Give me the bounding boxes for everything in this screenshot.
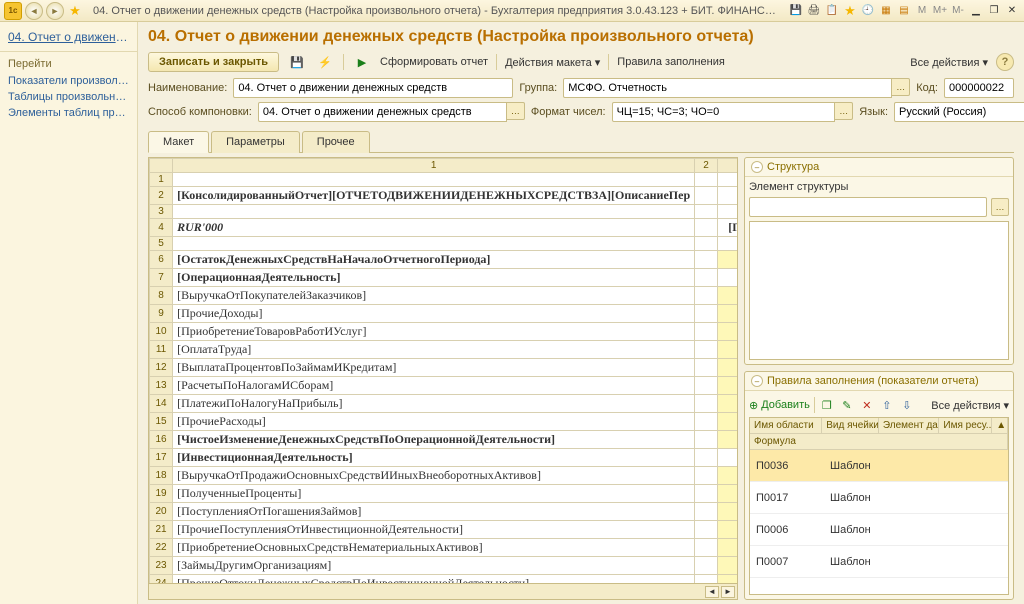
- table-row[interactable]: П0006Шаблон: [750, 514, 1008, 546]
- structure-title: Структура: [767, 161, 819, 173]
- history-icon[interactable]: 🕘: [860, 3, 876, 19]
- move-up-icon[interactable]: ⇧: [879, 397, 895, 413]
- tab-layout[interactable]: Макет: [148, 131, 209, 153]
- app-logo-icon: 1c: [4, 2, 22, 20]
- scroll-right-icon[interactable]: ►: [721, 586, 735, 598]
- play-icon[interactable]: ▶: [352, 52, 372, 72]
- struct-elem-label: Элемент структуры: [749, 181, 848, 193]
- help-button[interactable]: ?: [996, 53, 1014, 71]
- scroll-left-icon[interactable]: ◄: [705, 586, 719, 598]
- rules-panel: – Правила заполнения (показатели отчета)…: [744, 371, 1014, 600]
- edit-icon[interactable]: ✎: [839, 397, 855, 413]
- nav-title[interactable]: 04. Отчет о движени...: [0, 26, 137, 48]
- close-icon[interactable]: ✕: [1004, 3, 1020, 19]
- name-label: Наименование:: [148, 82, 227, 94]
- nav-sidebar: 04. Отчет о движени... Перейти Показател…: [0, 22, 138, 604]
- scroll-up-icon[interactable]: ▲: [992, 418, 1008, 433]
- rules-table[interactable]: Имя области Вид ячейки Элемент да... Имя…: [749, 417, 1009, 595]
- favorite-icon[interactable]: ★: [67, 3, 83, 19]
- main-toolbar: Записать и закрыть 💾 ⚡ ▶ Сформировать от…: [148, 52, 1014, 72]
- save-icon[interactable]: 💾: [788, 3, 804, 19]
- group-select-icon[interactable]: …: [892, 78, 910, 96]
- numfmt-label: Формат чисел:: [531, 106, 606, 118]
- code-label: Код:: [916, 82, 938, 94]
- layout-select-icon[interactable]: …: [507, 102, 525, 120]
- page-title: 04. Отчет о движении денежных средств (Н…: [148, 28, 1014, 46]
- collapse-icon[interactable]: –: [751, 375, 763, 387]
- table-row[interactable]: П0017Шаблон: [750, 482, 1008, 514]
- nav-category: Перейти: [0, 55, 137, 73]
- print-icon[interactable]: 🖨: [806, 3, 822, 19]
- save-button[interactable]: 💾: [287, 52, 307, 72]
- spreadsheet-pane: 1234512[КонсолидированныйОтчет][ОТЧЕТОДВ…: [148, 157, 738, 600]
- lang-label: Язык:: [859, 106, 888, 118]
- delete-icon[interactable]: ✕: [859, 397, 875, 413]
- structure-panel: – Структура Элемент структуры …: [744, 157, 1014, 365]
- nav-item-indicators[interactable]: Показатели произвольн...: [0, 73, 137, 89]
- forward-icon[interactable]: ►: [46, 2, 64, 20]
- star-icon[interactable]: ★: [842, 3, 858, 19]
- group-input[interactable]: [563, 78, 892, 98]
- nav-item-tables[interactable]: Таблицы произвольных о...: [0, 89, 137, 105]
- add-button[interactable]: ⊕ Добавить: [749, 399, 810, 412]
- numfmt-input[interactable]: [612, 102, 836, 122]
- table-row[interactable]: П0007Шаблон: [750, 546, 1008, 578]
- plus-icon: ⊕: [749, 399, 758, 412]
- tab-params[interactable]: Параметры: [211, 131, 300, 153]
- numfmt-select-icon[interactable]: …: [835, 102, 853, 120]
- back-icon[interactable]: ◄: [25, 2, 43, 20]
- tabs: Макет Параметры Прочее: [148, 130, 1014, 153]
- clipboard-icon[interactable]: 📋: [824, 3, 840, 19]
- collapse-icon[interactable]: –: [751, 161, 763, 173]
- rules-all-actions[interactable]: Все действия ▾: [931, 399, 1009, 412]
- layout-label: Способ компоновки:: [148, 106, 252, 118]
- name-input[interactable]: [233, 78, 513, 98]
- restore-icon[interactable]: ❐: [986, 3, 1002, 19]
- fill-rules-link[interactable]: Правила заполнения: [617, 56, 725, 68]
- spreadsheet[interactable]: 1234512[КонсолидированныйОтчет][ОТЧЕТОДВ…: [149, 158, 737, 583]
- window-title: 04. Отчет о движении денежных средств (Н…: [87, 5, 784, 17]
- rules-title: Правила заполнения (показатели отчета): [767, 375, 979, 387]
- code-input[interactable]: [944, 78, 1014, 98]
- minimize-icon[interactable]: ▁: [968, 3, 984, 19]
- layout-actions-link[interactable]: Действия макета ▾: [505, 56, 600, 69]
- calc-icon[interactable]: ▦: [878, 3, 894, 19]
- all-actions-link[interactable]: Все действия ▾: [910, 56, 988, 69]
- m-icon[interactable]: M: [914, 3, 930, 19]
- move-down-icon[interactable]: ⇩: [899, 397, 915, 413]
- titlebar: 1c ◄ ► ★ 04. Отчет о движении денежных с…: [0, 0, 1024, 22]
- lang-input[interactable]: [894, 102, 1024, 122]
- tab-other[interactable]: Прочее: [302, 131, 370, 153]
- m-minus-icon[interactable]: M-: [950, 3, 966, 19]
- copy-icon[interactable]: ❐: [819, 397, 835, 413]
- form-report-link[interactable]: Сформировать отчет: [380, 56, 488, 68]
- rules-toolbar: ⊕ Добавить ❐ ✎ ✕ ⇧ ⇩ Все действия ▾: [749, 395, 1009, 417]
- group-label: Группа:: [519, 82, 557, 94]
- structure-list[interactable]: [749, 221, 1009, 360]
- nav-item-elements[interactable]: Элементы таблиц произв...: [0, 105, 137, 121]
- struct-elem-input[interactable]: [749, 197, 987, 217]
- bolt-icon[interactable]: ⚡: [315, 52, 335, 72]
- calendar-icon[interactable]: ▤: [896, 3, 912, 19]
- h-scrollbar[interactable]: ◄ ►: [149, 583, 737, 599]
- spreadsheet-scroll[interactable]: 1234512[КонсолидированныйОтчет][ОТЧЕТОДВ…: [149, 158, 737, 583]
- table-row[interactable]: П0036Шаблон: [750, 450, 1008, 482]
- struct-select-icon[interactable]: …: [991, 198, 1009, 216]
- m-plus-icon[interactable]: M+: [932, 3, 948, 19]
- save-close-button[interactable]: Записать и закрыть: [148, 52, 279, 72]
- layout-input[interactable]: [258, 102, 507, 122]
